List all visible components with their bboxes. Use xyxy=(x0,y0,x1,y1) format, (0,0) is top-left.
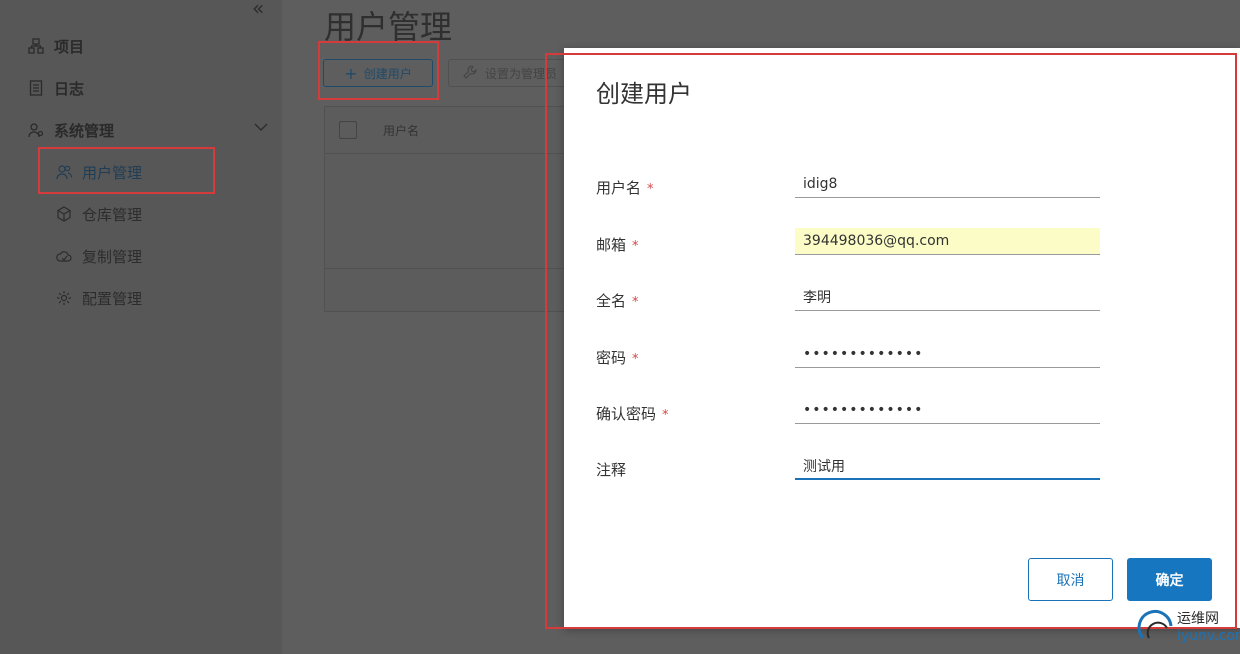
watermark: 运维网 iyunv.com xyxy=(1137,606,1240,652)
highlight-dialog xyxy=(545,53,1237,629)
column-username: 用户名 xyxy=(383,123,420,138)
highlight-user-management xyxy=(38,147,215,194)
replication-icon xyxy=(56,248,72,264)
sidebar-item-label: 项目 xyxy=(54,37,85,56)
sidebar-item-replication[interactable]: 复制管理 xyxy=(56,245,142,267)
watermark-logo-icon xyxy=(1137,608,1175,652)
sidebar-item-project[interactable]: 项目 xyxy=(28,35,84,57)
watermark-text: 运维网 xyxy=(1177,611,1219,627)
sidebar-item-repository[interactable]: 仓库管理 xyxy=(56,203,142,225)
select-all-checkbox[interactable] xyxy=(339,121,357,139)
system-admin-icon xyxy=(28,122,44,138)
highlight-create-button xyxy=(318,41,439,100)
project-icon xyxy=(28,38,44,54)
wrench-icon xyxy=(463,64,477,82)
chevron-down-icon[interactable] xyxy=(254,120,268,136)
sidebar-item-label: 配置管理 xyxy=(82,289,143,308)
sidebar: « 项目 日志 系统管理 用户管理 仓库管理 复制管理 配置管理 xyxy=(0,0,282,654)
sidebar-item-label: 复制管理 xyxy=(82,247,143,266)
gear-icon xyxy=(56,290,72,306)
sidebar-item-system-admin[interactable]: 系统管理 xyxy=(28,119,114,141)
sidebar-item-label: 仓库管理 xyxy=(82,205,143,224)
sidebar-item-config[interactable]: 配置管理 xyxy=(56,287,142,309)
repository-icon xyxy=(56,206,72,222)
sidebar-item-label: 系统管理 xyxy=(54,121,115,140)
watermark-url: iyunv.com xyxy=(1177,628,1240,644)
sidebar-item-log[interactable]: 日志 xyxy=(28,77,84,99)
log-icon xyxy=(28,80,44,96)
collapse-icon[interactable]: « xyxy=(252,0,264,20)
sidebar-item-label: 日志 xyxy=(54,79,85,98)
